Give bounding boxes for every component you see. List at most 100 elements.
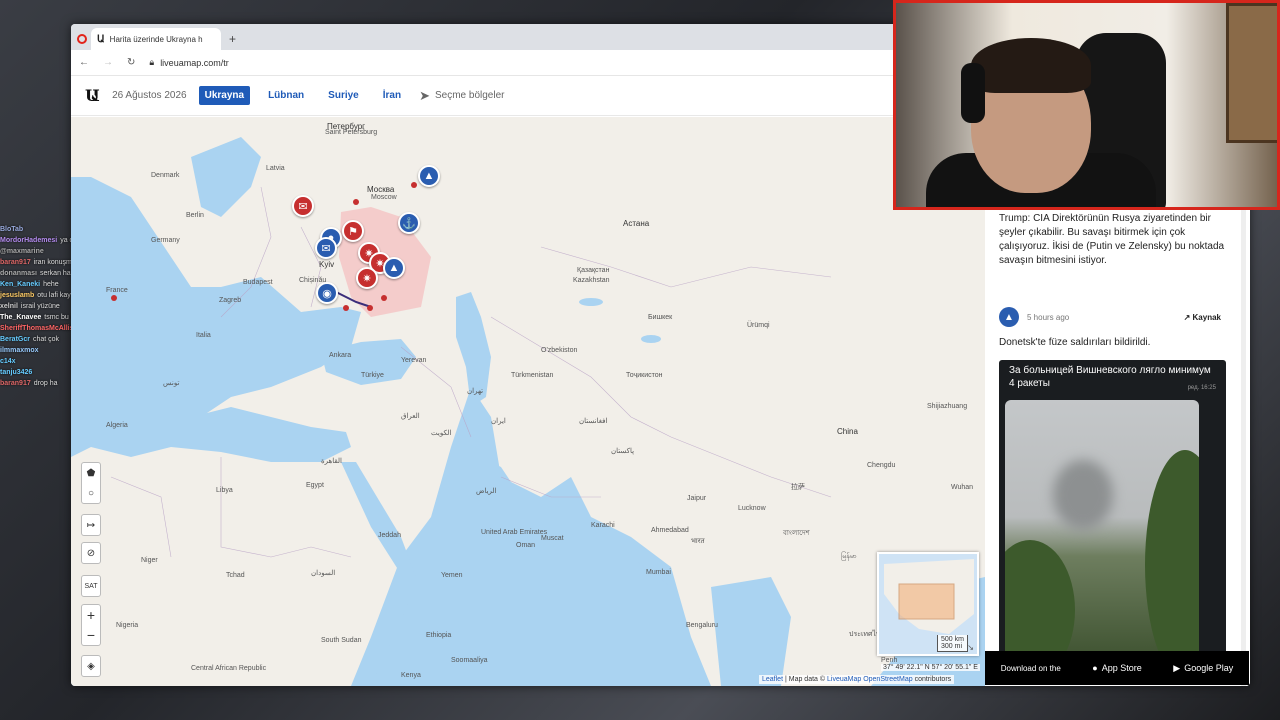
tab-iran[interactable]: İran: [377, 86, 407, 105]
reload-icon[interactable]: ↻: [127, 57, 135, 68]
label-turkmenistan: Türkmenistan: [511, 372, 554, 379]
event-marker-artillery[interactable]: ✷: [356, 267, 378, 289]
label-iran: ایران: [491, 418, 506, 425]
label-yemen: Yemen: [441, 572, 463, 579]
label-chengdu: Chengdu: [867, 462, 896, 469]
chat-username: c14x: [0, 358, 16, 365]
map-canvas[interactable]: Петербург Saint Petersburg Latvia Москва…: [71, 117, 985, 686]
event-marker-statement[interactable]: ✉: [315, 237, 337, 259]
chat-text: chat çok: [32, 336, 60, 343]
forward-icon[interactable]: →: [103, 57, 113, 68]
label-ankara: Ankara: [329, 352, 352, 359]
liveuamap-link[interactable]: LiveuaMap: [827, 676, 861, 683]
osm-link[interactable]: OpenStreetMap: [863, 676, 912, 683]
tab-lubnan[interactable]: Lübnan: [262, 86, 310, 105]
label-moskva: Москва: [367, 185, 395, 194]
label-nigeria: Nigeria: [116, 622, 139, 629]
tab-suriye[interactable]: Suriye: [322, 86, 365, 105]
source-link[interactable]: ↗ Kaynak: [1184, 313, 1221, 322]
hide-layer-icon[interactable]: ⊘: [82, 543, 100, 563]
back-icon[interactable]: ←: [79, 57, 89, 68]
opera-logo-icon[interactable]: [77, 34, 87, 44]
label-denmark: Denmark: [151, 172, 180, 179]
label-ethiopia: Ethiopia: [426, 632, 452, 639]
browser-tab[interactable]: Ա Harita üzerinde Ukrayna h: [91, 28, 221, 50]
attribution-end: contributors: [914, 676, 952, 683]
event-marker-anchor[interactable]: ⚓: [398, 212, 420, 234]
event-dot[interactable]: [343, 305, 349, 311]
headset-icon: [961, 63, 985, 123]
news-item-prev-text[interactable]: Trump: CIA Direktörünün Rusya ziyaretind…: [999, 212, 1229, 268]
news-time: 5 hours ago: [1027, 312, 1070, 322]
scale-mi: 300 mi: [941, 643, 963, 650]
chat-username: jesuslamb: [0, 292, 35, 299]
polygon-tool-icon[interactable]: ⬟: [82, 463, 100, 483]
label-moscow: Moscow: [371, 194, 397, 201]
label-south-sudan: South Sudan: [321, 637, 362, 644]
google-play-label: Google Play: [1184, 663, 1234, 673]
label-germany: Germany: [151, 237, 180, 244]
url-field[interactable]: 🔒︎ liveuamap.com/tr: [149, 57, 228, 68]
label-kyiv: Kyiv: [319, 260, 335, 269]
label-riyadh: الرياض: [476, 488, 497, 495]
minimap-collapse-icon[interactable]: ↘: [967, 643, 974, 652]
news-media[interactable]: За больницей Вишневского лягло минимум 4…: [999, 360, 1226, 660]
label-budapest: Budapest: [243, 279, 273, 286]
label-penh: Penh: [881, 657, 898, 664]
event-dot[interactable]: [367, 305, 373, 311]
chat-username: BeratGcr: [0, 336, 30, 343]
event-dot[interactable]: [381, 295, 387, 301]
liveuamap-logo[interactable]: Ա: [85, 86, 100, 105]
news-photo: [1005, 400, 1199, 660]
circle-tool-icon[interactable]: ○: [82, 483, 100, 503]
chat-username: ilmmaxmox: [0, 347, 39, 354]
event-dot[interactable]: [353, 199, 359, 205]
label-france: France: [106, 287, 128, 294]
event-marker-defense[interactable]: ▲: [383, 257, 405, 279]
smoke-plume: [1053, 460, 1113, 530]
event-dot[interactable]: [411, 182, 417, 188]
chat-username: @maxmarine: [0, 248, 44, 255]
label-saint-petersburg: Saint Petersburg: [325, 129, 378, 136]
label-bangladesh: বাংলাদেশ: [783, 530, 810, 537]
google-play-button[interactable]: ▶ Google Play: [1173, 663, 1233, 674]
news-headline[interactable]: Donetsk'te füze saldırıları bildirildi.: [999, 336, 1229, 350]
measure-tool-icon[interactable]: ↦: [82, 515, 100, 535]
tree-right: [1145, 450, 1199, 660]
tab-ukrayna[interactable]: Ukrayna: [198, 86, 251, 105]
label-kuwait: الكويت: [431, 430, 452, 437]
label-egypt: Egypt: [306, 482, 324, 489]
source-label: Kaynak: [1192, 312, 1221, 322]
zoom-in-button[interactable]: +: [82, 605, 100, 625]
zoom-out-button[interactable]: −: [82, 625, 100, 645]
event-marker-missile[interactable]: ▲: [418, 165, 440, 187]
label-libya: Libya: [216, 487, 233, 494]
select-regions-button[interactable]: ➤ Seçme bölgeler: [419, 88, 504, 104]
draw-tools: ⬟ ○: [81, 462, 101, 504]
event-dot[interactable]: [111, 295, 117, 301]
label-italia: Italia: [196, 332, 211, 339]
label-india: भारत: [691, 538, 705, 545]
chat-username: donanması: [0, 270, 37, 277]
satellite-button[interactable]: SAT: [82, 576, 100, 596]
streamer-hair: [971, 38, 1091, 93]
layers-control: ◈: [81, 655, 101, 677]
label-lucknow: Lucknow: [738, 505, 766, 512]
label-myanmar: မြန်မာ: [841, 553, 857, 560]
label-kazakhstan-en: Kazakhstan: [573, 277, 610, 284]
event-marker-vehicle[interactable]: ◉: [316, 282, 338, 304]
satellite-toggle: SAT: [81, 575, 101, 597]
label-tehran: تهران: [467, 388, 484, 395]
leaflet-link[interactable]: Leaflet: [762, 676, 783, 683]
chat-text: israil yüzüne: [20, 303, 60, 310]
layers-icon[interactable]: ◈: [82, 656, 100, 676]
label-urumqi: Ürümqi: [747, 322, 770, 329]
label-zagreb: Zagreb: [219, 297, 242, 304]
label-karachi: Karachi: [591, 522, 615, 529]
label-mumbai: Mumbai: [646, 569, 671, 576]
new-tab-button[interactable]: +: [229, 32, 236, 46]
event-marker-flag[interactable]: ⚑: [342, 220, 364, 242]
tree-left: [1005, 540, 1075, 660]
event-marker-megaphone[interactable]: ✉: [292, 195, 314, 217]
app-store-button[interactable]: ● App Store: [1092, 663, 1141, 673]
